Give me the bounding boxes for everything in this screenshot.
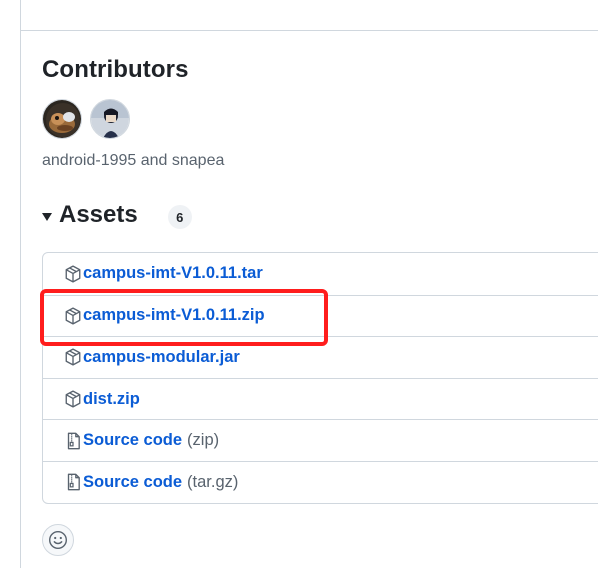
- contributor-avatars: [42, 99, 130, 139]
- asset-suffix: (zip): [187, 431, 220, 450]
- file-zip-icon: [67, 473, 80, 491]
- asset-link[interactable]: campus-modular.jar: [83, 348, 240, 367]
- file-zip-icon: [67, 432, 80, 449]
- smiley-icon: [48, 530, 68, 550]
- highlight-annotation: [40, 289, 328, 346]
- avatar-android-1995[interactable]: [42, 99, 82, 139]
- assets-heading: Assets: [59, 201, 138, 228]
- avatar-snapea[interactable]: [90, 99, 130, 139]
- asset-link[interactable]: campus-imt-V1.0.11.tar: [83, 264, 263, 283]
- contributors-names: android-1995 and snapea: [42, 152, 225, 169]
- package-icon: [65, 390, 81, 408]
- section-divider: [20, 30, 598, 31]
- list-item: dist.zip: [43, 377, 598, 420]
- asset-link[interactable]: Source code: [83, 431, 182, 450]
- asset-link[interactable]: dist.zip: [83, 390, 140, 409]
- assets-count-badge: 6: [167, 205, 192, 229]
- asset-suffix: (tar.gz): [187, 472, 239, 491]
- avatar-image: [91, 100, 129, 138]
- avatar-image: [43, 100, 81, 138]
- list-item: Source code (zip): [43, 419, 598, 461]
- assets-summary-toggle[interactable]: Assets 6: [42, 201, 192, 229]
- package-icon: [65, 265, 81, 283]
- contributors-heading: Contributors: [42, 56, 189, 83]
- list-item: Source code (tar.gz): [43, 460, 598, 503]
- caret-down-icon: [42, 212, 52, 221]
- asset-link[interactable]: Source code: [83, 473, 182, 492]
- add-reaction-button[interactable]: [42, 524, 74, 556]
- package-icon: [65, 348, 81, 367]
- left-divider: [20, 0, 21, 568]
